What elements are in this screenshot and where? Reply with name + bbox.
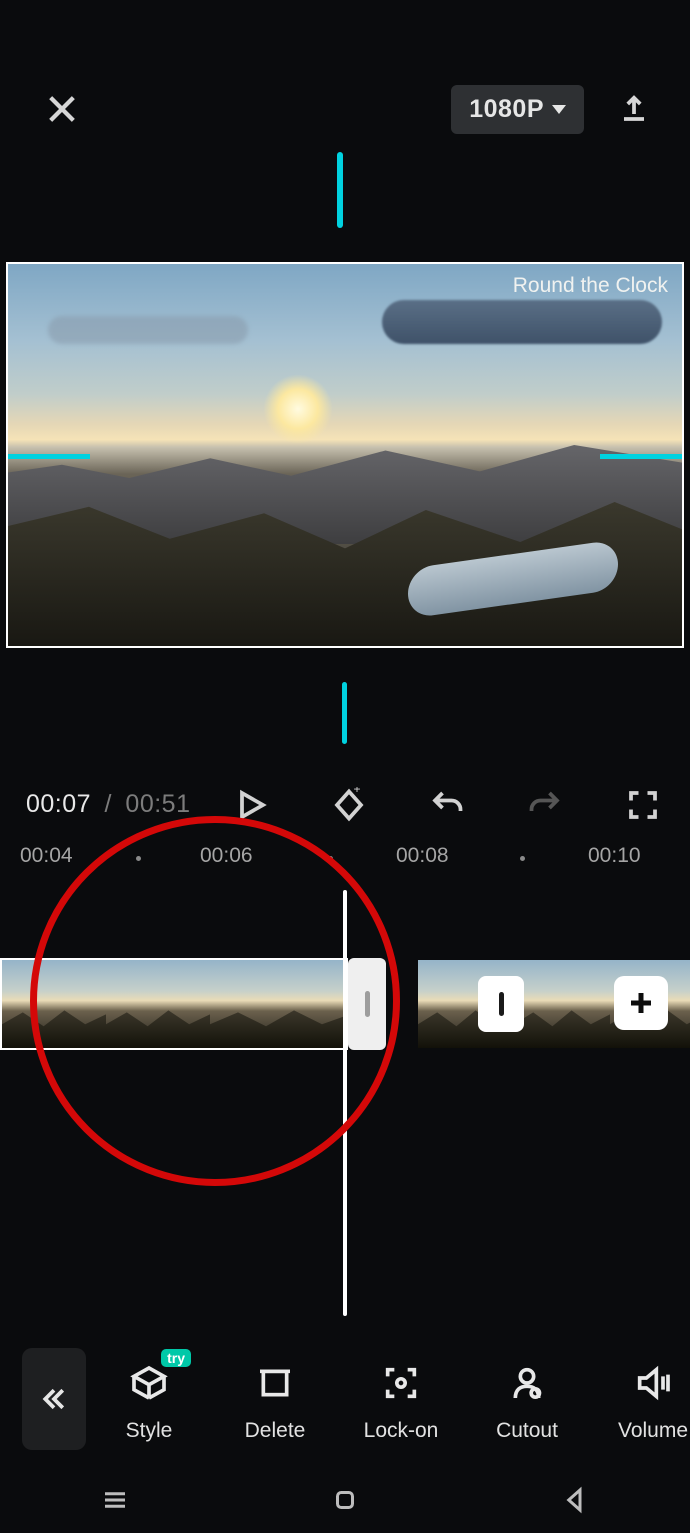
time-separator: /	[99, 790, 118, 818]
svg-text:+: +	[354, 787, 361, 796]
tool-style[interactable]: try Style	[108, 1361, 190, 1443]
handle-grip-icon	[365, 991, 370, 1017]
total-time: 00:51	[125, 790, 190, 818]
transition-icon	[499, 992, 504, 1016]
nav-back[interactable]	[560, 1485, 590, 1520]
fullscreen-button[interactable]	[622, 782, 664, 828]
home-icon	[330, 1485, 360, 1515]
system-nav-bar	[0, 1479, 690, 1525]
ruler-mark: 00:08	[396, 844, 449, 868]
ruler-dot	[328, 856, 333, 861]
bottom-toolbar: try Style Delete Lock-on Cutout Volume	[0, 1331, 690, 1467]
style-icon	[129, 1363, 169, 1403]
tool-delete[interactable]: Delete	[234, 1361, 316, 1443]
top-bar: 1080P	[0, 80, 690, 138]
ruler-dot	[136, 856, 141, 861]
volume-icon	[633, 1363, 673, 1403]
fullscreen-icon	[625, 787, 661, 823]
ruler-mark: 00:06	[200, 844, 253, 868]
guide-left	[8, 454, 90, 459]
cutout-icon	[507, 1363, 547, 1403]
clip-thumbnail	[514, 960, 610, 1048]
clip-thumbnail	[210, 960, 348, 1048]
nav-home[interactable]	[330, 1485, 360, 1520]
close-icon	[45, 92, 79, 126]
tool-label: Style	[126, 1419, 173, 1443]
redo-button[interactable]	[524, 782, 566, 828]
collapse-toolbar-button[interactable]	[22, 1348, 86, 1450]
timeline[interactable]: 00:04 00:06 00:08 00:10	[0, 838, 690, 1308]
clip-thumbnail	[2, 960, 106, 1048]
play-icon	[233, 787, 269, 823]
center-marker-top	[337, 152, 343, 228]
export-button[interactable]	[616, 89, 652, 129]
selected-clip[interactable]	[0, 958, 348, 1050]
nav-recents[interactable]	[100, 1485, 130, 1520]
transition-button[interactable]	[478, 976, 524, 1032]
undo-button[interactable]	[426, 782, 468, 828]
export-icon	[619, 92, 649, 126]
tool-volume[interactable]: Volume	[612, 1361, 690, 1443]
preview-image	[8, 264, 682, 646]
tool-label: Delete	[245, 1419, 306, 1443]
ruler-mark: 00:10	[588, 844, 641, 868]
tool-label: Volume	[618, 1419, 688, 1443]
video-preview[interactable]: Round the Clock	[6, 262, 684, 648]
keyframe-icon: +	[331, 787, 367, 823]
add-clip-button[interactable]	[614, 976, 668, 1030]
center-marker-mid	[342, 682, 347, 744]
recents-icon	[100, 1485, 130, 1515]
tool-label: Lock-on	[364, 1419, 439, 1443]
clip-trim-handle[interactable]	[348, 958, 386, 1050]
chevron-down-icon	[552, 105, 566, 114]
tool-cutout[interactable]: Cutout	[486, 1361, 568, 1443]
video-editor-screen: 1080P Round the Clock 00:07 / 00:51	[0, 0, 690, 1533]
try-badge: try	[161, 1349, 191, 1367]
ruler-dot	[520, 856, 525, 861]
resolution-label: 1080P	[469, 95, 544, 124]
clip-thumbnail	[106, 960, 210, 1048]
tool-list: try Style Delete Lock-on Cutout Volume	[108, 1355, 690, 1443]
playhead[interactable]	[343, 890, 347, 1316]
play-button[interactable]	[230, 782, 272, 828]
chevron-double-left-icon	[39, 1384, 69, 1414]
plus-icon	[626, 988, 656, 1018]
watermark-text: Round the Clock	[513, 274, 668, 298]
lockon-icon	[381, 1363, 421, 1403]
resolution-selector[interactable]: 1080P	[451, 85, 584, 134]
close-button[interactable]	[42, 89, 82, 129]
playback-row: 00:07 / 00:51 +	[0, 778, 690, 834]
delete-icon	[255, 1363, 295, 1403]
playback-controls: +	[230, 782, 664, 828]
keyframe-button[interactable]: +	[328, 782, 370, 828]
tool-label: Cutout	[496, 1419, 558, 1443]
ruler-mark: 00:04	[20, 844, 73, 868]
guide-right	[600, 454, 682, 459]
tool-lockon[interactable]: Lock-on	[360, 1361, 442, 1443]
time-ruler: 00:04 00:06 00:08 00:10	[0, 838, 690, 874]
back-icon	[560, 1485, 590, 1515]
redo-icon	[527, 787, 563, 823]
undo-icon	[429, 787, 465, 823]
current-time: 00:07	[26, 790, 91, 818]
time-display: 00:07 / 00:51	[26, 790, 190, 819]
